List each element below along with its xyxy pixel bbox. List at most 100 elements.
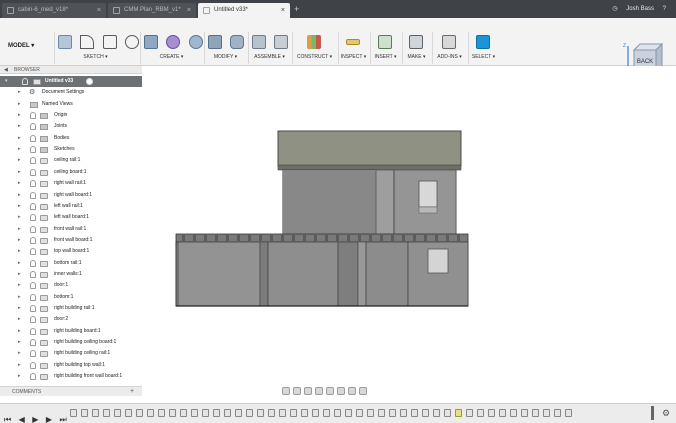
roof-body[interactable] [277, 130, 462, 167]
upper-inner-wall[interactable] [375, 169, 395, 239]
visibility-icon[interactable] [30, 350, 36, 358]
display-settings-icon[interactable] [337, 387, 345, 395]
timeline-feature-icon[interactable] [180, 409, 187, 417]
roof-eave[interactable] [277, 164, 462, 171]
scripts-icon[interactable] [442, 35, 456, 49]
timeline-feature-icon[interactable] [103, 409, 110, 417]
visibility-icon[interactable] [30, 270, 36, 278]
help-icon[interactable]: ? [663, 0, 666, 18]
make-group-label[interactable]: MAKE ▾ [403, 54, 430, 60]
timeline-feature-icon[interactable] [521, 409, 528, 417]
modify-group-label[interactable]: MODIFY ▾ [205, 54, 246, 60]
upper-window[interactable] [418, 180, 438, 208]
timeline-feature-icon[interactable] [114, 409, 121, 417]
go-to-start-icon[interactable]: ⏮ [4, 415, 11, 423]
center-room-wall[interactable] [267, 241, 339, 307]
activate-radio-icon[interactable] [86, 78, 93, 85]
expand-icon[interactable]: ▸ [18, 178, 21, 189]
visibility-icon[interactable] [30, 134, 36, 142]
browser-item[interactable]: ▸ right building ceiling rail:1 [0, 348, 142, 359]
rectangle-icon[interactable] [102, 35, 117, 49]
play-icon[interactable]: ▶ [32, 415, 38, 423]
sketch-icon[interactable] [58, 35, 72, 49]
browser-item[interactable]: ▸ Sketches [0, 144, 142, 155]
browser-item[interactable]: ▸ Joints [0, 121, 142, 132]
timeline-feature-icon[interactable] [433, 409, 440, 417]
browser-header[interactable]: ◀ BROWSER [0, 66, 142, 74]
expand-icon[interactable]: ▸ [18, 314, 21, 325]
expand-icon[interactable]: ▸ [18, 87, 21, 98]
timeline-feature-icon[interactable] [213, 409, 220, 417]
browser-item[interactable]: ▸ right building ceiling board:1 [0, 337, 142, 348]
timeline-feature-icon[interactable] [345, 409, 352, 417]
expand-icon[interactable]: ▸ [18, 269, 21, 280]
browser-item[interactable]: ▸ right wall board:1 [0, 190, 142, 201]
browser-item[interactable]: ▸ left wall rail:1 [0, 201, 142, 212]
printer-icon[interactable] [409, 35, 423, 49]
sketch-group[interactable]: SKETCH ▾ [54, 32, 140, 64]
visibility-icon[interactable] [30, 112, 36, 120]
visibility-icon[interactable] [30, 214, 36, 222]
expand-icon[interactable]: ▸ [18, 167, 21, 178]
browser-item[interactable]: ▸ right building board:1 [0, 326, 142, 337]
timeline-feature-icon[interactable] [356, 409, 363, 417]
browser-item[interactable]: ▸ front wall rail:1 [0, 224, 142, 235]
modify-group[interactable]: MODIFY ▾ [204, 32, 246, 64]
timeline-feature-icon[interactable] [543, 409, 550, 417]
zoom-icon[interactable] [315, 387, 323, 395]
arc-icon[interactable] [80, 35, 95, 49]
expand-icon[interactable]: ▸ [18, 360, 21, 371]
timeline-feature-icon[interactable] [411, 409, 418, 417]
visibility-icon[interactable] [30, 168, 36, 176]
step-back-icon[interactable]: ◀ [19, 415, 25, 423]
timeline-feature-icon[interactable] [147, 409, 154, 417]
inspect-group[interactable]: INSPECT ▾ [338, 32, 368, 64]
close-tab-icon[interactable]: × [281, 3, 285, 18]
orbit-icon[interactable] [282, 387, 290, 395]
torus-icon[interactable] [188, 35, 203, 49]
visibility-icon[interactable] [30, 316, 36, 324]
construct-group[interactable]: CONSTRUCT ▾ [292, 32, 336, 64]
expand-icon[interactable]: ▸ [18, 99, 21, 110]
timeline-feature-icon[interactable] [422, 409, 429, 417]
joint-icon[interactable] [274, 35, 289, 49]
timeline-feature-icon[interactable] [554, 409, 561, 417]
document-tab-active[interactable]: Untitled v33* × [198, 3, 290, 18]
visibility-icon[interactable] [30, 202, 36, 210]
expand-icon[interactable]: ▸ [18, 337, 21, 348]
timeline-feature-icon[interactable] [312, 409, 319, 417]
visibility-icon[interactable] [30, 191, 36, 199]
timeline-feature-icon[interactable] [400, 409, 407, 417]
timeline-feature-icon[interactable] [202, 409, 209, 417]
browser-item[interactable]: ▸ right wall rail:1 [0, 178, 142, 189]
timeline-feature-icon[interactable] [499, 409, 506, 417]
look-at-icon[interactable] [293, 387, 301, 395]
inspect-group-label[interactable]: INSPECT ▾ [339, 54, 368, 60]
browser-item[interactable]: ▸ ceiling rail:1 [0, 155, 142, 166]
expand-icon[interactable]: ▸ [18, 348, 21, 359]
browser-root-item[interactable]: ▾ Untitled v33 [0, 76, 142, 87]
browser-item[interactable]: ▸ right building top wall:1 [0, 360, 142, 371]
expand-icon[interactable]: ▸ [18, 303, 21, 314]
visibility-icon[interactable] [30, 123, 36, 131]
browser-item[interactable]: ▸ ⚙ Document Settings [0, 87, 142, 98]
timeline-feature-icon[interactable] [378, 409, 385, 417]
expand-icon[interactable]: ▸ [18, 224, 21, 235]
expand-icon[interactable]: ▸ [18, 190, 21, 201]
timeline-feature-icon[interactable] [532, 409, 539, 417]
timeline-feature-icon[interactable] [268, 409, 275, 417]
lower-window[interactable] [427, 248, 449, 274]
assemble-group-label[interactable]: ASSEMBLE ▾ [249, 54, 290, 60]
door-opening[interactable] [337, 241, 359, 307]
timeline-feature-icon[interactable] [301, 409, 308, 417]
pan-icon[interactable] [304, 387, 312, 395]
expand-icon[interactable]: ▸ [18, 144, 21, 155]
browser-item[interactable]: ▸ right building front wall board:1 [0, 371, 142, 382]
select-group-label[interactable]: SELECT ▾ [469, 54, 498, 60]
expand-icon[interactable]: ▸ [18, 155, 21, 166]
timeline-feature-icon[interactable] [224, 409, 231, 417]
timeline-feature-icon[interactable] [565, 409, 572, 417]
measure-icon[interactable] [346, 39, 360, 45]
cursor-icon[interactable] [476, 35, 490, 49]
comments-panel[interactable]: COMMENTS + [0, 386, 142, 396]
